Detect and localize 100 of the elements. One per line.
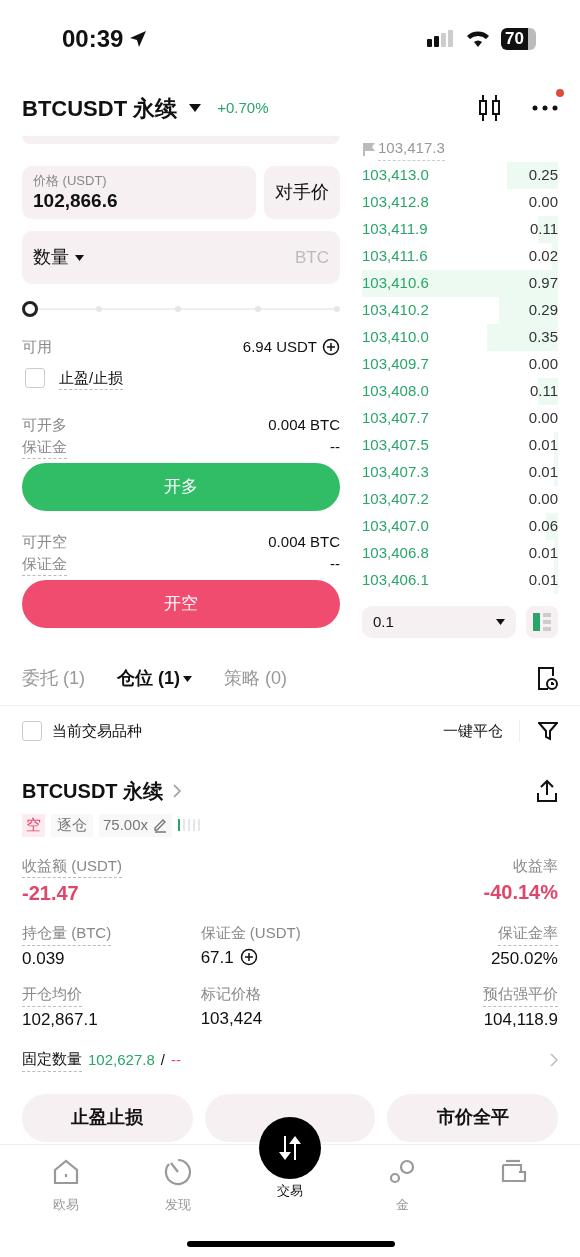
bid-price: 103,407.5	[362, 435, 429, 456]
location-icon	[129, 30, 148, 48]
checkbox[interactable]	[22, 721, 42, 741]
candlestick-icon[interactable]	[478, 93, 502, 123]
order-book-row[interactable]: 103,406.8 0.01	[362, 540, 558, 567]
add-margin-icon[interactable]	[239, 948, 258, 967]
checkbox[interactable]	[25, 368, 45, 389]
bid-amount: 0.01	[528, 570, 558, 591]
clock: 00:39	[62, 24, 124, 54]
bid-price: 103,407.0	[362, 516, 429, 537]
edit-icon[interactable]	[152, 817, 169, 834]
margin-mode-tag: 逐仓	[51, 814, 93, 837]
caret-icon[interactable]	[75, 254, 84, 261]
stop-loss-value: --	[170, 1049, 181, 1070]
precision-dropdown[interactable]: 0.1	[373, 610, 394, 634]
caret-icon[interactable]	[189, 104, 202, 112]
roe-value: -40.14%	[483, 880, 558, 905]
wifi-icon	[465, 30, 492, 48]
order-book-row[interactable]: 103,410.0 0.35	[362, 324, 558, 351]
tpsl-button[interactable]: 止盈止损	[22, 1093, 193, 1142]
order-book-row[interactable]: 103,410.6 0.97	[362, 270, 558, 297]
bid-amount: 0.06	[528, 516, 558, 537]
stat-label: 保证金率	[498, 922, 558, 946]
bid-amount: 0.11	[529, 381, 558, 402]
bid-price: 103,411.6	[362, 246, 428, 267]
bid-price: 103,406.1	[362, 570, 429, 591]
more-icon[interactable]	[532, 105, 558, 111]
flag-icon	[362, 142, 376, 156]
bid-amount: 0.97	[528, 273, 558, 294]
bid-amount: 0.00	[528, 354, 558, 375]
label: 保证金	[22, 436, 67, 459]
leverage-tag[interactable]: 75.00x	[99, 814, 173, 837]
caret-icon[interactable]	[496, 619, 505, 625]
bid-amount: 0.01	[528, 435, 558, 456]
roe-label: 收益率	[513, 855, 558, 876]
bid-price: 103,407.7	[362, 408, 429, 429]
stat-value: 0.039	[22, 947, 65, 970]
bid-price: 103,407.2	[362, 489, 429, 510]
open-short-button[interactable]: 开空	[22, 580, 340, 628]
order-book-row[interactable]: 103,407.0 0.06	[362, 513, 558, 540]
tpsl-label: 固定数量	[22, 1048, 82, 1072]
bid-price: 103,406.8	[362, 543, 429, 564]
value: --	[330, 554, 340, 574]
stat-value: 104,118.9	[483, 1008, 558, 1031]
current-symbol-label[interactable]: 当前交易品种	[52, 719, 142, 743]
caret-icon[interactable]	[183, 675, 192, 682]
home-icon[interactable]	[51, 1157, 81, 1187]
label: 可开空	[22, 532, 67, 552]
order-book-row[interactable]: 103,410.2 0.29	[362, 297, 558, 324]
order-book-row[interactable]: 103,411.9 0.11	[362, 216, 558, 243]
stat-label: 开仓均价	[22, 983, 82, 1007]
close-all-button[interactable]: 一键平仓	[443, 719, 520, 743]
label: 保证金	[22, 553, 67, 576]
position-title[interactable]: BTCUSDT 永续	[22, 776, 164, 806]
bid-amount: 0.00	[528, 408, 558, 429]
bid-price: 103,407.3	[362, 462, 429, 483]
battery-indicator: 70	[501, 28, 536, 50]
bid-amount: 0.01	[528, 543, 558, 564]
filter-icon[interactable]	[538, 721, 558, 741]
separator: /	[160, 1049, 165, 1070]
value: 0.004 BTC	[268, 532, 340, 552]
layout-icon[interactable]	[532, 612, 552, 632]
counter-price-button[interactable]: 对手价	[264, 166, 340, 219]
value: 0.004 BTC	[268, 415, 340, 435]
add-funds-icon[interactable]	[322, 338, 340, 357]
bid-amount: 0.00	[528, 192, 558, 213]
stat-value: 103,424	[200, 1007, 263, 1030]
layout-toggle[interactable]	[526, 606, 558, 638]
share-icon[interactable]	[536, 779, 558, 803]
tab[interactable]: 仓位 (1)	[117, 665, 192, 692]
bid-price: 103,413.0	[362, 165, 429, 186]
bid-price: 103,412.8	[362, 192, 429, 213]
stat-label: 预估强平价	[483, 983, 558, 1007]
amount-slider[interactable]	[22, 300, 340, 318]
bid-amount: 0.11	[529, 219, 558, 240]
bid-amount: 0.25	[528, 165, 558, 186]
price-field[interactable]: 价格 (USDT) 102,866.6	[22, 166, 256, 219]
order-book-row[interactable]: 103,406.1 0.01	[362, 567, 558, 594]
compass-icon[interactable]	[163, 1157, 193, 1187]
pnl-value: -21.47	[22, 881, 79, 906]
tpsl-label[interactable]: 止盈/止损	[59, 366, 124, 390]
stat-value: 102,867.1	[22, 1008, 98, 1031]
bid-price: 103,410.2	[362, 300, 429, 321]
order-book-row[interactable]: 103,407.3 0.01	[362, 459, 558, 486]
available-value: 6.94 USDT	[242, 337, 317, 357]
symbol-title[interactable]: BTCUSDT 永续	[22, 91, 178, 125]
history-icon[interactable]	[536, 665, 558, 692]
order-book-row[interactable]: 103,407.5 0.01	[362, 432, 558, 459]
bid-price: 103,411.9	[362, 219, 428, 240]
order-book-row[interactable]: 103,413.0 0.25	[362, 162, 558, 189]
signal-icon	[427, 30, 456, 48]
bid-amount: 0.29	[528, 300, 558, 321]
take-profit-value: 102,627.8	[88, 1049, 155, 1070]
label: 可开多	[22, 415, 67, 435]
order-book-row[interactable]: 103,411.6 0.02	[362, 243, 558, 270]
quantity-field[interactable]: 数量 BTC	[22, 231, 340, 284]
value: --	[330, 437, 340, 457]
stat-label: 标记价格	[200, 984, 261, 1004]
market-close-button[interactable]: 市价全平	[387, 1093, 558, 1142]
order-book-row[interactable]: 103,408.0 0.11	[362, 378, 558, 405]
